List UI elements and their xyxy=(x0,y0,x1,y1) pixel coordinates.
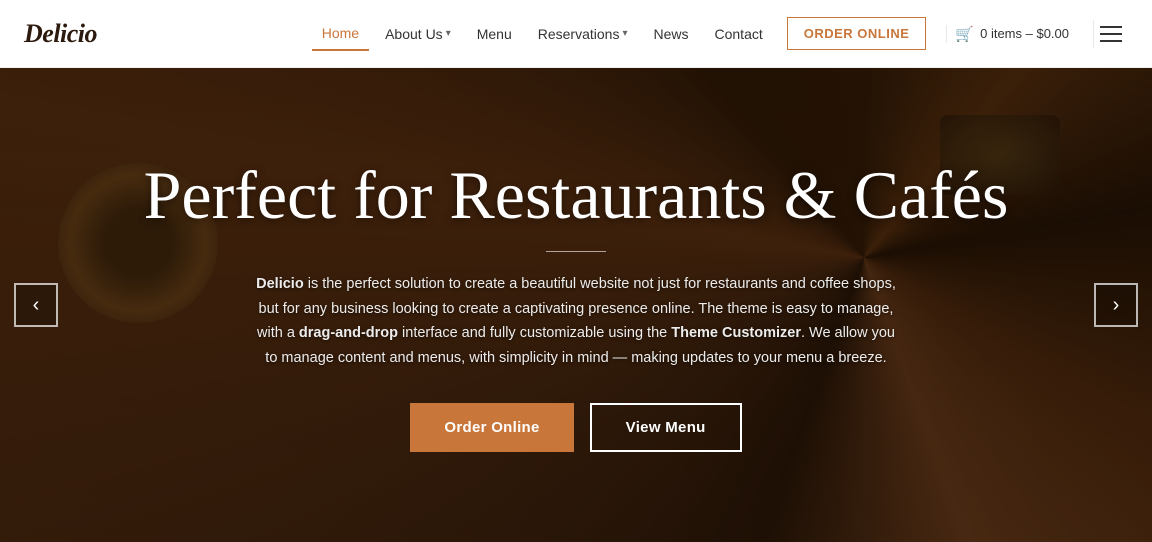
nav-item-menu[interactable]: Menu xyxy=(467,18,522,50)
hero-section: Perfect for Restaurants & Cafés Delicio … xyxy=(0,68,1152,542)
carousel-next-button[interactable]: › xyxy=(1094,283,1138,327)
order-online-button[interactable]: ORDER ONLINE xyxy=(787,17,927,50)
hero-buttons: Order Online View Menu xyxy=(410,403,741,452)
site-logo[interactable]: Delicio xyxy=(24,19,97,49)
nav-item-about[interactable]: About Us ▾ xyxy=(375,18,461,50)
order-online-hero-button[interactable]: Order Online xyxy=(410,403,573,452)
main-nav: Home About Us ▾ Menu Reservations ▾ News… xyxy=(312,17,1128,51)
nav-item-news[interactable]: News xyxy=(643,18,698,50)
chevron-down-icon: ▾ xyxy=(446,28,451,39)
hero-description: Delicio is the perfect solution to creat… xyxy=(256,272,896,371)
nav-item-reservations[interactable]: Reservations ▾ xyxy=(528,18,638,50)
hamburger-menu[interactable] xyxy=(1093,20,1128,48)
cart-icon: 🛒 xyxy=(955,25,974,43)
hero-divider xyxy=(546,251,606,252)
view-menu-button[interactable]: View Menu xyxy=(590,403,742,452)
hero-title: Perfect for Restaurants & Cafés xyxy=(144,158,1009,233)
hero-content: Perfect for Restaurants & Cafés Delicio … xyxy=(0,68,1152,542)
cart-label: 0 items – $0.00 xyxy=(980,26,1069,41)
arrow-right-icon: › xyxy=(1113,294,1120,317)
chevron-down-icon: ▾ xyxy=(622,28,627,39)
site-header: Delicio Home About Us ▾ Menu Reservation… xyxy=(0,0,1152,68)
cart-area[interactable]: 🛒 0 items – $0.00 xyxy=(946,25,1077,43)
carousel-prev-button[interactable]: ‹ xyxy=(14,283,58,327)
nav-item-home[interactable]: Home xyxy=(312,17,369,51)
nav-item-contact[interactable]: Contact xyxy=(705,18,773,50)
arrow-left-icon: ‹ xyxy=(33,294,40,317)
